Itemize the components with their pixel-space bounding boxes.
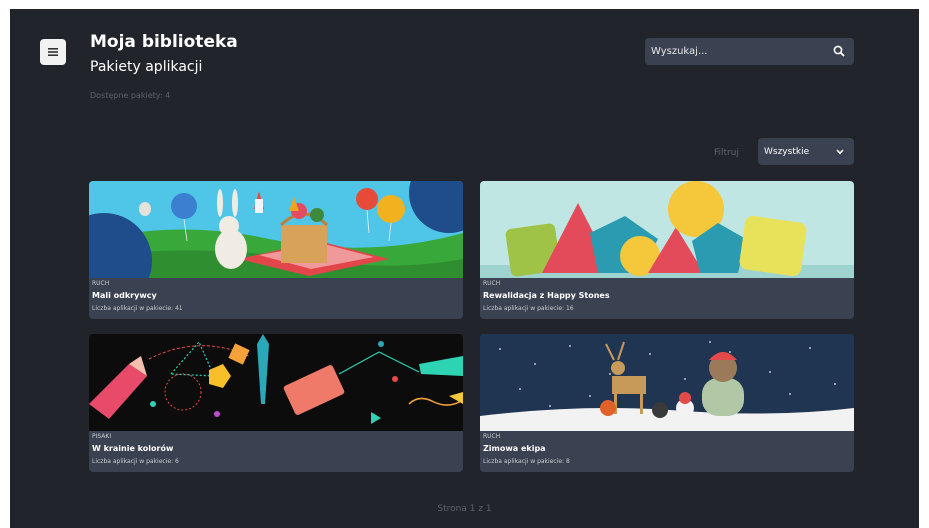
card-title: Rewalidacja z Happy Stones — [483, 291, 610, 300]
card-title: Mali odkrywcy — [92, 291, 157, 300]
package-card[interactable]: RUCH Mali odkrywcy Liczba aplikacji w pa… — [89, 181, 463, 319]
page-subtitle: Pakiety aplikacji — [90, 59, 203, 75]
page-title: Moja biblioteka — [90, 32, 238, 52]
card-app-count: Liczba aplikacji w pakiecie: 6 — [92, 458, 179, 465]
card-app-count: Liczba aplikacji w pakiecie: 8 — [483, 458, 570, 465]
search-box — [645, 38, 854, 65]
pagination-text: Strona 1 z 1 — [437, 504, 492, 514]
app-window: Moja biblioteka Pakiety aplikacji Dostęp… — [10, 9, 919, 528]
search-input[interactable] — [651, 38, 821, 65]
filter-select[interactable]: Wszystkie — [758, 138, 854, 165]
card-title: Zimowa ekipa — [483, 444, 546, 453]
packages-count: Dostępne pakiety: 4 — [90, 91, 171, 100]
package-card[interactable]: RUCH Zimowa ekipa Liczba aplikacji w pak… — [480, 334, 854, 472]
chevron-down-icon — [836, 149, 844, 155]
card-title: W krainie kolorów — [92, 444, 174, 453]
card-category: PISAKI — [92, 433, 112, 440]
colorful-shapes-illustration — [480, 181, 854, 278]
winter-animals-illustration — [480, 334, 854, 431]
card-category: RUCH — [483, 280, 501, 287]
card-category: RUCH — [92, 280, 110, 287]
search-icon[interactable] — [833, 45, 845, 57]
markers-drawing-illustration — [89, 334, 463, 431]
package-card[interactable]: PISAKI W krainie kolorów Liczba aplikacj… — [89, 334, 463, 472]
filter-label: Filtruj — [714, 148, 739, 158]
menu-button[interactable] — [40, 39, 66, 65]
card-category: RUCH — [483, 433, 501, 440]
rabbit-picnic-illustration — [89, 181, 463, 278]
hamburger-menu-icon — [48, 48, 58, 56]
package-card[interactable]: RUCH Rewalidacja z Happy Stones Liczba a… — [480, 181, 854, 319]
card-app-count: Liczba aplikacji w pakiecie: 41 — [92, 305, 183, 312]
card-app-count: Liczba aplikacji w pakiecie: 16 — [483, 305, 574, 312]
filter-selected-value: Wszystkie — [764, 147, 810, 157]
